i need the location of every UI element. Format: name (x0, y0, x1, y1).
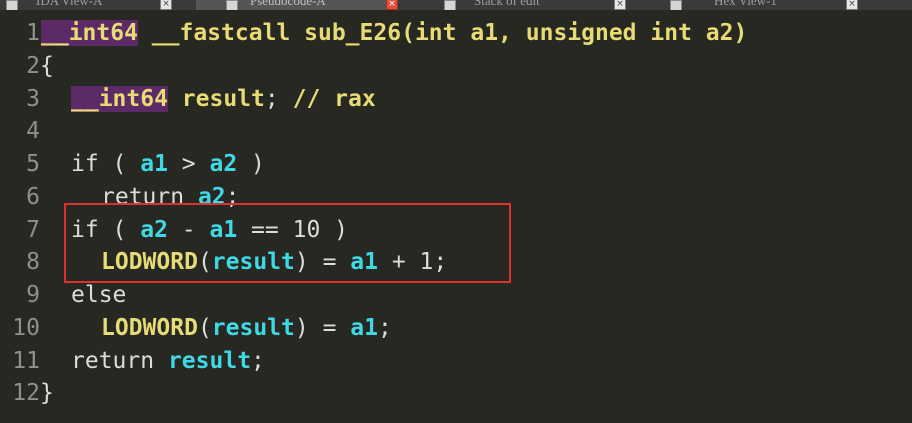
line-number: 10 (12, 314, 40, 341)
keyword: if (71, 151, 99, 177)
close-icon[interactable]: × (160, 0, 172, 10)
disassembly-icon (6, 0, 18, 10)
variable-type: __int64 (71, 85, 168, 112)
stack-icon (444, 0, 456, 10)
line-number: 7 (26, 216, 40, 243)
param-type: unsigned int (525, 20, 692, 46)
identifier[interactable]: a2 (210, 151, 238, 177)
code-line[interactable]: 1 __int64 __fastcall sub_E26(int a1, uns… (0, 17, 912, 50)
line-number: 4 (26, 118, 40, 145)
line-number: 3 (26, 85, 40, 112)
code-line[interactable]: 2 { (0, 50, 912, 83)
return-type: __int64 (41, 20, 138, 46)
line-number: 2 (26, 52, 40, 79)
code-line[interactable]: 11 return result; (0, 345, 912, 378)
identifier[interactable]: a1 (350, 315, 378, 341)
line-number: 5 (26, 151, 40, 177)
code-line[interactable]: 4 (0, 115, 912, 148)
line-number: 1 (26, 20, 40, 46)
code-line[interactable]: 3 __int64 result; // rax (0, 83, 912, 116)
tab-ida-view-a[interactable]: IDA View-A (36, 0, 103, 10)
close-icon[interactable]: × (386, 0, 398, 10)
code-text[interactable]: if ( a1 > a2 ) (71, 148, 265, 180)
identifier[interactable]: result (168, 348, 251, 374)
tab-hex-view-1[interactable]: Hex View-1 (714, 0, 777, 10)
line-number: 11 (12, 347, 40, 374)
tab-pseudocode-a[interactable]: Pseudocode-A (196, 0, 386, 10)
highlight-box (64, 203, 511, 283)
tab-stack-of-edit[interactable]: Stack of edit (474, 0, 540, 10)
tab-bar: IDA View-A × Pseudocode-A × Stack of edi… (0, 0, 912, 10)
identifier[interactable]: result (212, 315, 295, 341)
param-name[interactable]: a2 (706, 20, 734, 46)
close-icon[interactable]: × (614, 0, 626, 10)
identifier[interactable]: a1 (140, 151, 168, 177)
hex-icon (670, 0, 682, 10)
code-text[interactable]: __int64 result; // rax (71, 83, 376, 115)
line-number: 9 (26, 282, 40, 308)
register-comment: // rax (292, 85, 376, 112)
code-line[interactable]: 9 else (0, 279, 912, 312)
pseudocode-icon (226, 0, 238, 10)
code-text: } (40, 380, 54, 407)
code-text: { (40, 52, 54, 79)
param-type: int (414, 20, 457, 46)
code-line[interactable]: 10 LODWORD(result) = a1; (0, 312, 912, 345)
function-name[interactable]: sub_E26 (304, 20, 401, 46)
keyword: else (71, 282, 127, 308)
code-text[interactable]: LODWORD(result) = a1; (101, 312, 392, 344)
keyword: return (71, 347, 155, 374)
code-text[interactable]: return result; (71, 345, 265, 377)
macro: LODWORD (101, 314, 198, 341)
calling-convention: __fastcall (151, 20, 291, 46)
line-number: 8 (26, 249, 40, 276)
code-line[interactable]: 12 } (0, 377, 912, 410)
line-number: 12 (12, 380, 40, 407)
local-variable[interactable]: result (182, 86, 265, 112)
close-icon[interactable]: × (846, 0, 858, 10)
param-name[interactable]: a1 (470, 20, 498, 46)
code-text[interactable]: __int64 __fastcall sub_E26(int a1, unsig… (41, 17, 747, 49)
tab-pseudocode-label: Pseudocode-A (250, 0, 326, 8)
code-line[interactable]: 5 if ( a1 > a2 ) (0, 148, 912, 181)
line-number: 6 (26, 183, 40, 210)
